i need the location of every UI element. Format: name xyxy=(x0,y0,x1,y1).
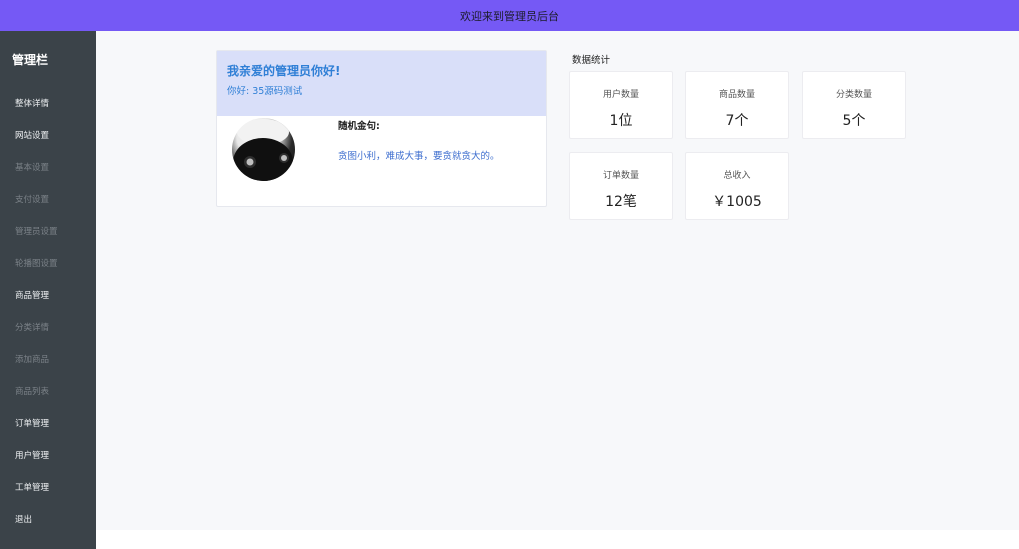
stat-value: 1位 xyxy=(609,113,633,129)
stat-label: 分类数量 xyxy=(835,90,872,100)
header-title: 欢迎来到管理员后台 xyxy=(460,9,559,23)
welcome-title: 我亲爱的管理员你好! xyxy=(227,64,341,78)
sidebar: 管理栏 整体详情 网站设置 基本设置 支付设置 管理员设置 轮播图设置 商品管理… xyxy=(0,31,96,549)
sidebar-item-site-settings[interactable]: 网站设置 xyxy=(15,129,49,141)
stat-value: 12笔 xyxy=(605,194,637,210)
sidebar-item-order-management[interactable]: 订单管理 xyxy=(15,417,49,429)
sidebar-item-payment-settings[interactable]: 支付设置 xyxy=(15,193,49,205)
stat-card-categories: 分类数量 5个 xyxy=(802,71,906,139)
welcome-greeting: 你好: 35源码测试 xyxy=(227,86,303,97)
welcome-card-header: 我亲爱的管理员你好! 你好: 35源码测试 xyxy=(217,51,546,116)
admin-avatar xyxy=(232,118,295,181)
sidebar-item-user-management[interactable]: 用户管理 xyxy=(15,449,49,461)
quote-label: 随机金句: xyxy=(338,121,380,132)
stat-card-users: 用户数量 1位 xyxy=(569,71,673,139)
sidebar-item-admin-settings[interactable]: 管理员设置 xyxy=(15,225,58,237)
sidebar-item-overview[interactable]: 整体详情 xyxy=(15,97,49,109)
welcome-card: 我亲爱的管理员你好! 你好: 35源码测试 随机金句: 贪图小利，难成大事，要贪… xyxy=(216,50,547,207)
avatar-image xyxy=(233,119,293,181)
sidebar-item-basic-settings[interactable]: 基本设置 xyxy=(15,161,49,173)
sidebar-item-add-product[interactable]: 添加商品 xyxy=(15,353,49,365)
top-header-bar: 欢迎来到管理员后台 xyxy=(0,0,1019,31)
stat-card-products: 商品数量 7个 xyxy=(685,71,789,139)
stat-value: 5个 xyxy=(842,113,866,129)
stats-title: 数据统计 xyxy=(572,55,611,66)
sidebar-item-ticket-management[interactable]: 工单管理 xyxy=(15,481,49,493)
stat-label: 用户数量 xyxy=(602,90,639,100)
stat-card-orders: 订单数量 12笔 xyxy=(569,152,673,220)
sidebar-item-carousel-settings[interactable]: 轮播图设置 xyxy=(15,257,58,269)
sidebar-item-product-management[interactable]: 商品管理 xyxy=(15,289,49,301)
quote-text: 贪图小利，难成大事，要贪就贪大的。 xyxy=(338,151,500,162)
sidebar-title: 管理栏 xyxy=(12,53,49,67)
stat-card-revenue: 总收入 ￥1005 xyxy=(685,152,789,220)
sidebar-item-logout[interactable]: 退出 xyxy=(15,513,32,525)
sidebar-item-category-details[interactable]: 分类详情 xyxy=(15,321,49,333)
stat-label: 订单数量 xyxy=(602,171,639,181)
stat-label: 商品数量 xyxy=(718,90,755,100)
stat-label: 总收入 xyxy=(723,171,751,181)
sidebar-item-product-list[interactable]: 商品列表 xyxy=(15,385,49,397)
stat-value: 7个 xyxy=(725,113,749,129)
stat-value: ￥1005 xyxy=(712,194,762,210)
